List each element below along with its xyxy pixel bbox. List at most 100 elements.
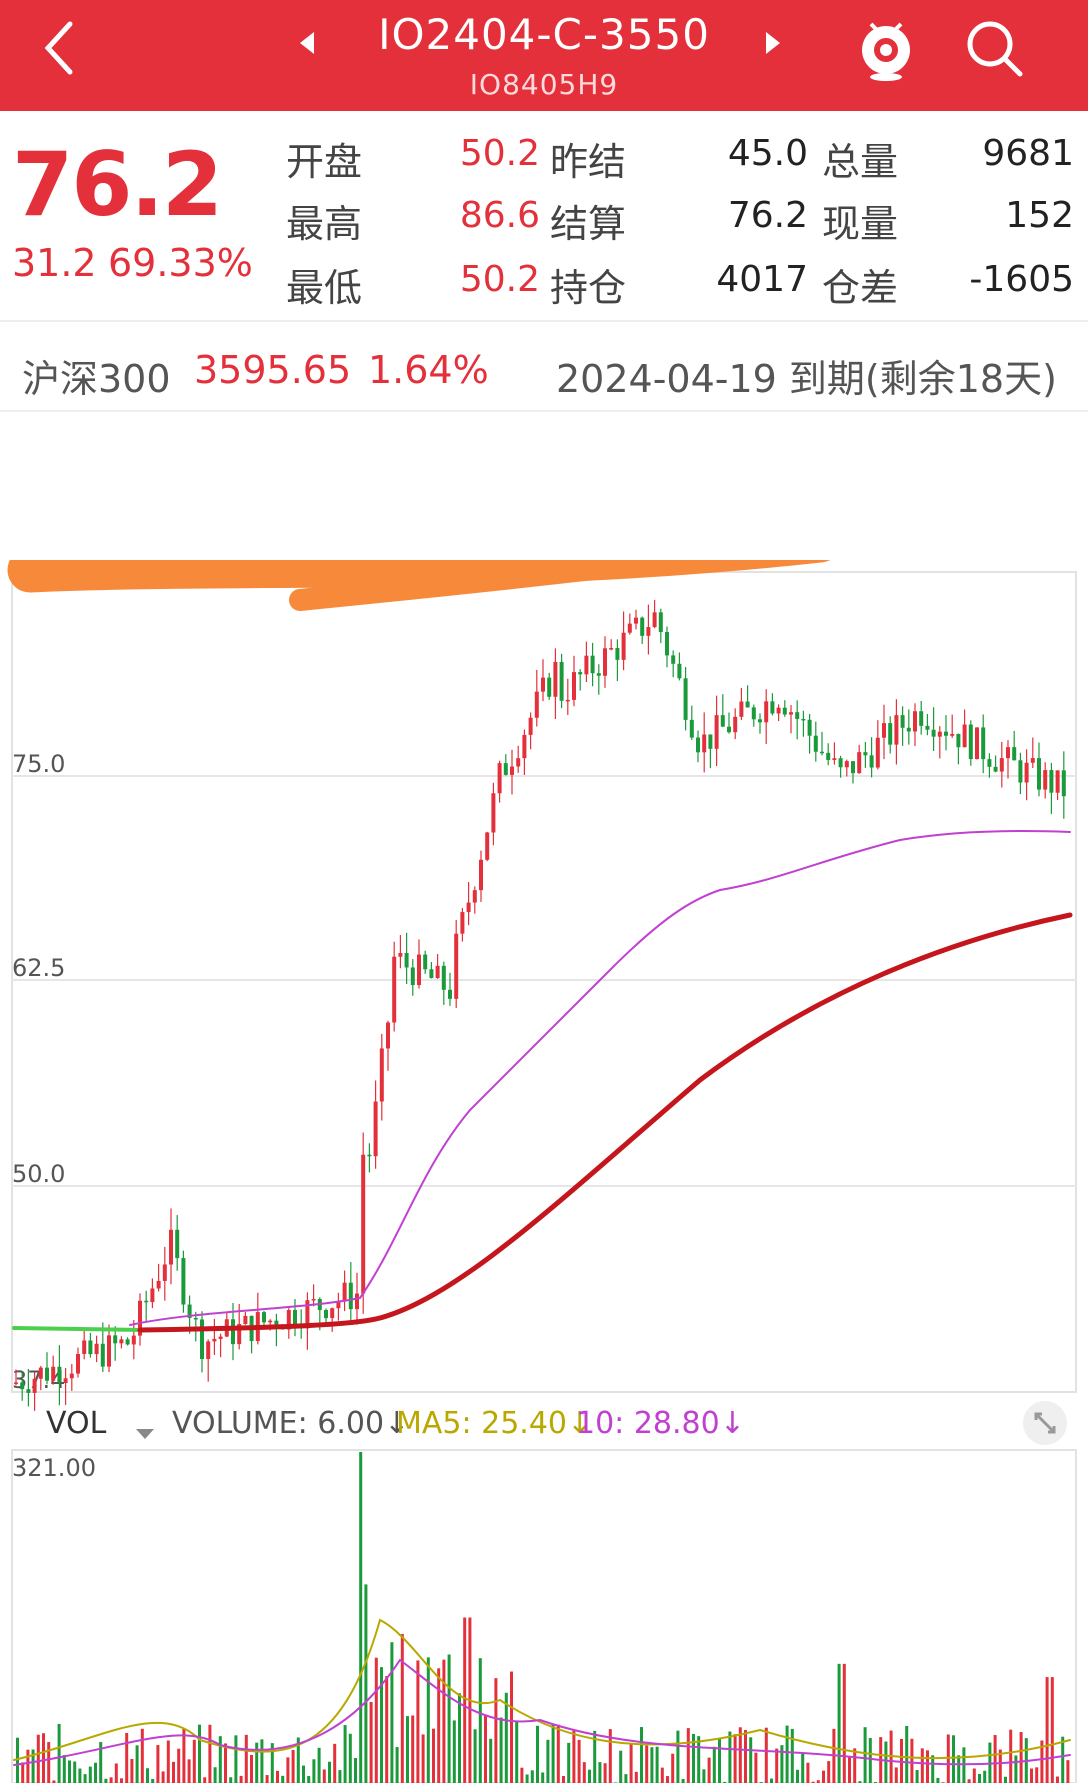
candle-body — [956, 733, 961, 748]
vol-label: VOL — [46, 1406, 107, 1441]
candle-body — [584, 655, 589, 675]
candle-body — [125, 1339, 130, 1345]
candle-body — [373, 1101, 378, 1157]
volume-bar — [837, 1663, 841, 1783]
volume-bar — [785, 1725, 789, 1783]
volume-bar — [146, 1768, 149, 1783]
y-axis-label: 75.0 — [12, 750, 65, 778]
prev-settle-label: 昨结 — [550, 140, 627, 184]
volume-bar — [130, 1758, 134, 1783]
volume-bar — [244, 1734, 248, 1783]
candle-body — [361, 1154, 366, 1294]
volume-bar — [645, 1745, 649, 1783]
candle-body — [131, 1335, 136, 1345]
volume-bar — [328, 1761, 331, 1783]
candle-body — [820, 751, 824, 754]
mascot-icon[interactable] — [853, 12, 919, 81]
volume-bar — [1061, 1736, 1065, 1783]
candle-body — [553, 661, 558, 697]
candle-body — [20, 1382, 25, 1390]
volume-bar — [1066, 1760, 1070, 1783]
candle-body — [82, 1340, 87, 1354]
volume-bar — [972, 1768, 976, 1783]
vol-dropdown-icon[interactable] — [134, 1414, 156, 1449]
volume-bar — [671, 1753, 675, 1783]
volume-bar — [744, 1730, 747, 1783]
candle-body — [1037, 758, 1041, 790]
candle-body — [727, 726, 731, 733]
candle-body — [689, 719, 694, 738]
candle-body — [634, 617, 638, 624]
candle-body — [844, 761, 849, 768]
candle-body — [925, 725, 930, 730]
expand-icon[interactable] — [1022, 1400, 1068, 1454]
candle-body — [107, 1335, 111, 1367]
volume-bar — [489, 1738, 493, 1783]
candle-body — [243, 1315, 248, 1324]
kline-chart[interactable]: 75.0 62.5 50.0 37.4 321.00 — [0, 560, 1088, 1783]
volume-bar — [905, 1725, 909, 1783]
candle-body — [950, 733, 955, 736]
volume-bar — [416, 1660, 420, 1783]
price-change: 31.2 — [12, 241, 97, 285]
price-panel-frame — [11, 571, 1077, 1393]
volume-bar — [1056, 1776, 1059, 1783]
candle-body — [869, 755, 874, 768]
volume-panel-frame — [11, 1449, 1077, 1783]
candle-body — [193, 1317, 198, 1320]
volume-bar — [666, 1776, 669, 1783]
candle-body — [57, 1366, 62, 1383]
volume-bar — [728, 1731, 732, 1783]
volume-bar — [307, 1775, 311, 1783]
open-interest-value: 4017 — [716, 259, 808, 300]
search-icon[interactable] — [962, 16, 1026, 80]
candle-body — [448, 989, 452, 999]
candle-body — [479, 859, 483, 891]
current-volume-value: 152 — [1005, 195, 1074, 236]
candle-body — [993, 766, 998, 772]
volume-bar — [411, 1715, 415, 1783]
candle-body — [677, 663, 682, 679]
volume-bar — [192, 1739, 196, 1783]
volume-bar — [172, 1761, 175, 1783]
candle-body — [875, 737, 880, 768]
volume-bar — [135, 1745, 139, 1783]
index-name: 沪深300 — [22, 357, 171, 401]
candle-body — [206, 1341, 211, 1359]
volume-header: VOL VOLUME: 6.00↓ MA5: 25.40↓ 10: 28.80↓ — [0, 1396, 1088, 1456]
volume-bar — [114, 1763, 118, 1783]
volume-bar — [853, 1748, 857, 1783]
candle-body — [200, 1319, 204, 1359]
volume-bar — [686, 1728, 690, 1783]
volume-bar — [1019, 1732, 1023, 1783]
volume-bar — [62, 1755, 66, 1783]
volume-bar — [978, 1774, 981, 1783]
candle-body — [708, 734, 713, 749]
candle-body — [119, 1339, 124, 1344]
candle-body — [14, 1382, 18, 1384]
volume-bar — [1014, 1755, 1018, 1783]
candle-body — [38, 1367, 43, 1379]
candle-body — [497, 763, 502, 794]
volume-bar — [369, 1701, 373, 1783]
ma10-value: 10: 28.80↓ — [576, 1406, 745, 1441]
total-volume-label: 总量 — [822, 140, 899, 184]
candle-body — [807, 719, 812, 736]
candle-body — [212, 1338, 217, 1342]
volume-bar — [57, 1723, 61, 1783]
candle-body — [26, 1389, 31, 1393]
contract-subtitle: IO8405H9 — [469, 68, 619, 101]
candle-body — [838, 758, 843, 768]
price-change-percent: 69.33% — [108, 241, 253, 285]
candle-body — [32, 1378, 37, 1393]
volume-bar — [260, 1739, 264, 1783]
candle-body — [181, 1258, 186, 1305]
candle-body — [882, 723, 886, 738]
volume-bar — [770, 1778, 773, 1783]
volume-bar — [400, 1634, 404, 1783]
candle-body — [510, 766, 514, 775]
candle-body — [565, 699, 570, 702]
next-contract-icon[interactable] — [762, 30, 784, 60]
volume-bar — [567, 1742, 571, 1783]
volume-bar — [104, 1778, 108, 1783]
